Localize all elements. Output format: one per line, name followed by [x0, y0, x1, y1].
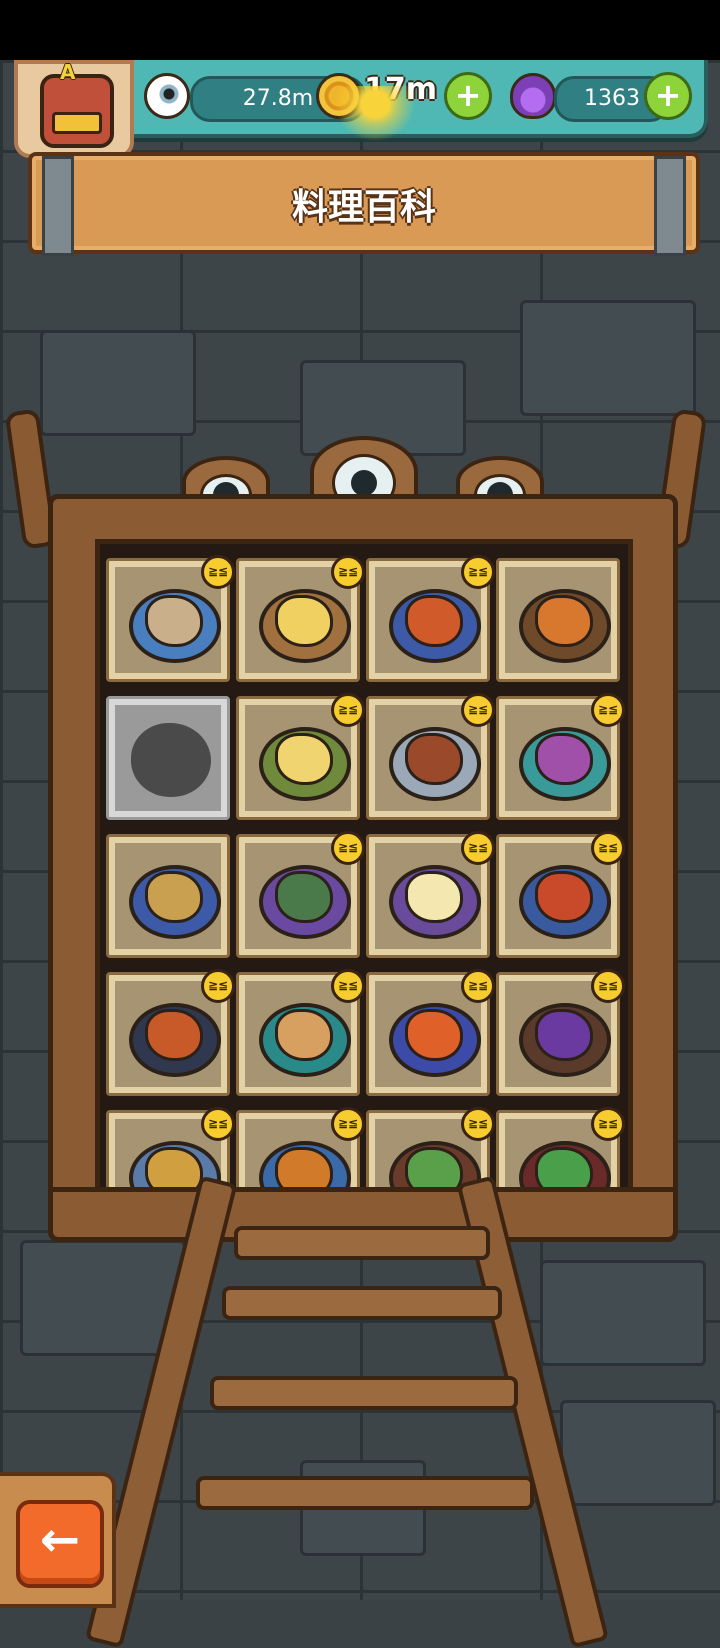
dish-card[interactable]: ≧≦ [236, 1107, 365, 1190]
recipe-grid-viewport[interactable]: ≧≦ ≧≦ ≧≦ ≧≦ ≧≦ ≧≦ ≧≦ ≧≦ ≧≦ ≧≦ ≧≦ ≧≦ ≧≦ ≧≦ ≧≦ ≧≦ ≧≦ [95, 539, 633, 1195]
crown-face-badge-icon: ≧≦ [331, 1107, 365, 1141]
dish-card[interactable]: ≧≦ [496, 693, 625, 820]
crown-face-badge-icon: ≧≦ [591, 831, 625, 865]
crown-face-badge-icon: ≧≦ [591, 693, 625, 727]
potion-icon [510, 73, 556, 119]
dish-food-icon [275, 871, 333, 923]
plus-icon: + [454, 76, 482, 114]
dish-card[interactable]: ≧≦ [236, 969, 365, 1096]
dish-food-icon [535, 871, 593, 923]
dish-food-icon [275, 595, 333, 647]
rank-letter: A [60, 60, 76, 84]
crown-face-badge-icon: ≧≦ [201, 969, 235, 1003]
dish-food-icon [535, 733, 593, 785]
dish-card[interactable]: ≧≦ [236, 693, 365, 820]
crown-face-badge-icon: ≧≦ [461, 831, 495, 865]
eyeball-icon [144, 73, 190, 119]
page-title: 料理百科 [291, 187, 436, 228]
dish-food-icon [535, 1009, 593, 1061]
crown-face-badge-icon: ≧≦ [461, 1107, 495, 1141]
title-plank: 料理百科 [28, 152, 700, 256]
back-arrow-icon: ← [39, 1512, 81, 1568]
dish-food-icon [145, 595, 203, 647]
crown-face-badge-icon: ≧≦ [201, 1107, 235, 1141]
dish-card[interactable]: ≧≦ [236, 831, 365, 958]
add-coins-button[interactable]: + [444, 72, 492, 120]
crown-face-badge-icon: ≧≦ [461, 555, 495, 589]
coin-sparkle-effect [330, 86, 420, 146]
dish-food-icon [405, 733, 463, 785]
dish-card-background [115, 705, 221, 811]
potions-value: 1363 [584, 86, 640, 111]
crown-face-badge-icon: ≧≦ [591, 969, 625, 1003]
recipe-cabinet: ≧≦ ≧≦ ≧≦ ≧≦ ≧≦ ≧≦ ≧≦ ≧≦ ≧≦ ≧≦ ≧≦ ≧≦ ≧≦ ≧≦ ≧≦ ≧≦ ≧≦ [48, 494, 678, 1242]
dish-card[interactable]: ≧≦ [106, 555, 235, 682]
dish-food-icon [405, 1009, 463, 1061]
monster-teeth [52, 112, 102, 134]
crown-face-badge-icon: ≧≦ [331, 555, 365, 589]
dish-card[interactable] [106, 834, 230, 958]
dish-card[interactable]: ≧≦ [366, 693, 495, 820]
dish-card[interactable]: ≧≦ [366, 555, 495, 682]
add-potions-button[interactable]: + [644, 72, 692, 120]
dish-card[interactable]: ≧≦ [496, 969, 625, 1096]
eyes-value: 27.8m [242, 86, 314, 111]
crown-face-badge-icon: ≧≦ [331, 831, 365, 865]
dish-food-icon [535, 595, 593, 647]
dish-silhouette-icon [131, 723, 211, 797]
back-button-panel: ← [0, 1472, 116, 1608]
status-bar [0, 0, 720, 60]
crown-face-badge-icon: ≧≦ [461, 969, 495, 1003]
dish-food-icon [145, 1009, 203, 1061]
plus-icon: + [654, 76, 682, 114]
dish-card[interactable]: ≧≦ [236, 555, 365, 682]
crown-face-badge-icon: ≧≦ [201, 555, 235, 589]
dish-food-icon [145, 871, 203, 923]
dish-card[interactable]: ≧≦ [106, 969, 235, 1096]
dish-card[interactable]: ≧≦ [366, 969, 495, 1096]
crown-face-badge-icon: ≧≦ [331, 969, 365, 1003]
locked-dish-card[interactable] [106, 696, 230, 820]
crown-face-badge-icon: ≧≦ [331, 693, 365, 727]
dish-card[interactable]: ≧≦ [496, 1107, 625, 1190]
dish-card-background [115, 843, 221, 949]
back-button[interactable]: ← [16, 1500, 104, 1588]
crown-face-badge-icon: ≧≦ [461, 693, 495, 727]
dish-food-icon [405, 595, 463, 647]
dish-card[interactable]: ≧≦ [366, 831, 495, 958]
monster-face-icon [40, 74, 114, 148]
dish-food-icon [405, 871, 463, 923]
dish-food-icon [275, 1009, 333, 1061]
dish-card[interactable]: ≧≦ [496, 831, 625, 958]
dish-card[interactable] [496, 558, 620, 682]
dish-card-background [505, 567, 611, 673]
crown-face-badge-icon: ≧≦ [591, 1107, 625, 1141]
player-avatar[interactable]: A [14, 60, 134, 158]
dish-food-icon [275, 733, 333, 785]
